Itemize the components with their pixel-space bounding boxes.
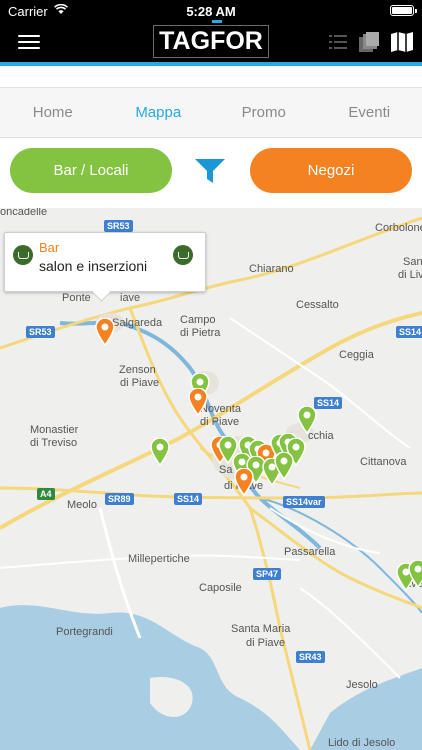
- map-place-label: Monastier: [30, 424, 79, 436]
- bar-pin-icon[interactable]: [408, 560, 422, 588]
- list-icon[interactable]: [328, 32, 348, 52]
- shop-pin-icon[interactable]: [188, 388, 208, 416]
- map-place-label: di Piave: [120, 377, 160, 389]
- shop-pin-icon[interactable]: [234, 468, 254, 496]
- map-place-label: Jesolo: [346, 679, 378, 691]
- road-shield: SS14var: [283, 496, 325, 508]
- bar-pin-icon[interactable]: [297, 406, 317, 434]
- road-shield: SS14: [314, 397, 343, 409]
- tab-mappa[interactable]: Mappa: [106, 88, 212, 137]
- road-shield: SS14: [396, 326, 422, 338]
- layers-icon[interactable]: [358, 31, 380, 53]
- map-place-label: Corbolone: [375, 222, 422, 234]
- logo-for: FOR: [210, 27, 263, 55]
- map-place-label: San: [403, 256, 422, 268]
- popup-title: salon e inserzioni: [39, 258, 148, 274]
- road-shield: SS14: [174, 493, 203, 505]
- battery-icon: [390, 5, 417, 16]
- map-place-label: iave: [120, 292, 141, 304]
- map-place-label: Sa: [219, 464, 233, 476]
- bar-cup-icon[interactable]: [173, 245, 193, 265]
- clock: 5:28 AM: [186, 4, 236, 19]
- map-place-label: di Liv: [398, 269, 422, 281]
- map-place-label: Ponte: [62, 292, 91, 304]
- shop-pin-icon[interactable]: [95, 318, 115, 346]
- map-place-label: Cessalto: [296, 299, 339, 311]
- popup-category: Bar: [39, 240, 60, 255]
- bar-cup-icon: [13, 245, 33, 265]
- map-view[interactable]: oncadelle Corbolone San di Liv Chiarano …: [0, 208, 422, 750]
- map-icon[interactable]: [390, 31, 414, 53]
- app-header: TAG FOR: [0, 20, 422, 62]
- negozi-button[interactable]: Negozi: [250, 148, 412, 193]
- road-shield: SP47: [253, 568, 282, 580]
- status-bar: Carrier 5:28 AM: [0, 0, 422, 22]
- funnel-icon[interactable]: [194, 158, 226, 184]
- menu-icon[interactable]: [18, 35, 40, 49]
- map-place-label: Lido di Jesolo: [328, 737, 396, 749]
- map-place-label: Santa Maria: [231, 623, 291, 635]
- tab-home[interactable]: Home: [0, 88, 106, 137]
- map-place-label: di Pietra: [180, 327, 221, 339]
- map-place-label: Caposile: [199, 582, 242, 594]
- road-shield: SR89: [105, 493, 134, 505]
- map-place-label: oncadelle: [0, 208, 48, 218]
- bar-pin-icon[interactable]: [274, 452, 294, 480]
- bar-locali-button[interactable]: Bar / Locali: [10, 148, 172, 193]
- map-place-label: Portegrandi: [56, 626, 113, 638]
- map-place-label: Meolo: [67, 499, 97, 511]
- tab-promo[interactable]: Promo: [211, 88, 317, 137]
- road-shield: SR53: [104, 220, 133, 232]
- map-place-label: Cittanova: [360, 456, 407, 468]
- road-shield: SR43: [296, 651, 325, 663]
- map-place-label: Zenson: [119, 364, 156, 376]
- road-shield: SR53: [26, 326, 55, 338]
- map-place-label: Millepertiche: [128, 553, 190, 565]
- map-place-label: Ceggia: [339, 349, 374, 361]
- map-popup[interactable]: Bar salon e inserzioni: [4, 232, 206, 292]
- road-shield: A4: [37, 488, 55, 500]
- filter-row: Bar / Locali Negozi: [0, 138, 422, 208]
- bar-pin-icon[interactable]: [150, 438, 170, 466]
- map-place-label: di Treviso: [30, 437, 78, 449]
- map-place-label: Passarella: [284, 546, 336, 558]
- map-place-label: Campo: [180, 314, 216, 326]
- logo-tag: TAG: [159, 27, 211, 55]
- tab-bar: Home Mappa Promo Eventi: [0, 88, 422, 138]
- map-place-label: di Piave: [246, 637, 286, 649]
- map-place-label: Salgareda: [112, 317, 163, 329]
- header-spacer: [0, 66, 422, 88]
- tab-eventi[interactable]: Eventi: [317, 88, 422, 137]
- map-place-label: Chiarano: [249, 263, 294, 275]
- app-logo: TAG FOR: [153, 20, 269, 58]
- map-place-label: di Piave: [200, 416, 240, 428]
